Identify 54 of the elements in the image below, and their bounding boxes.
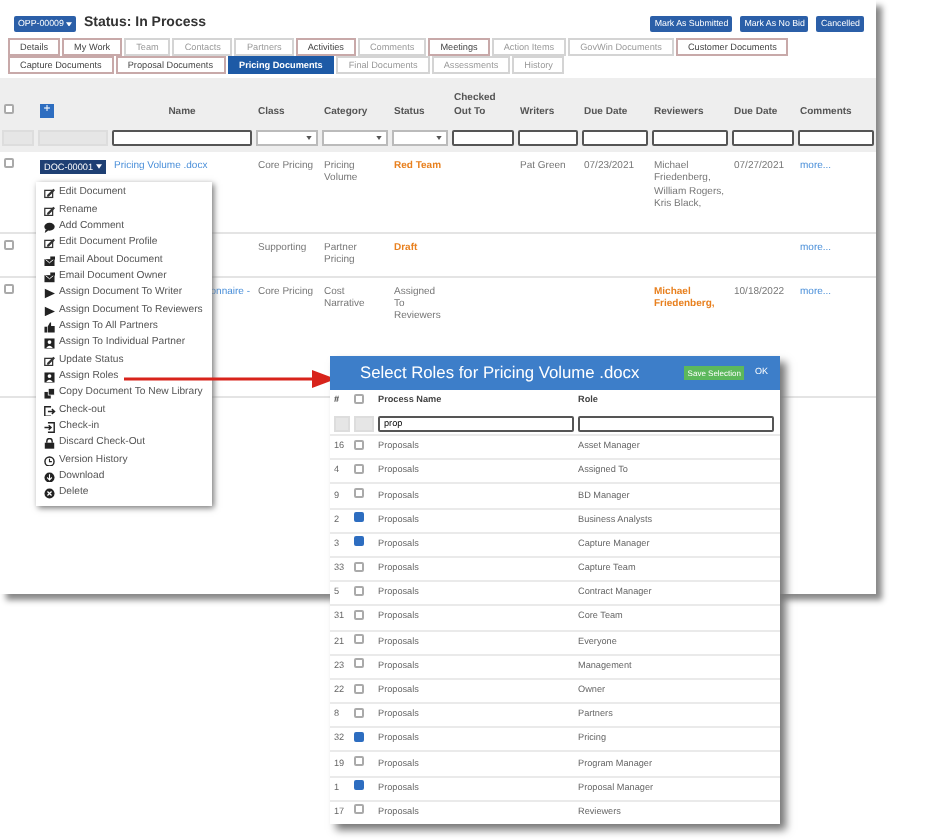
caret-icon	[436, 136, 442, 140]
row-checkbox[interactable]	[354, 658, 364, 669]
filter-field[interactable]	[578, 415, 774, 431]
pencil-icon	[44, 238, 55, 250]
filter-field[interactable]	[112, 130, 252, 146]
delete-icon	[44, 488, 55, 500]
enter-icon	[44, 422, 55, 433]
row-checkbox[interactable]	[354, 561, 364, 572]
row-checkbox[interactable]	[354, 707, 364, 718]
filter-field[interactable]	[518, 130, 578, 146]
row-checkbox[interactable]	[354, 609, 364, 620]
row-checkbox[interactable]	[354, 731, 364, 742]
pencil-icon	[44, 355, 55, 367]
exit-icon	[44, 405, 55, 417]
row-checkbox[interactable]	[354, 804, 364, 815]
filter-dropdown[interactable]	[256, 130, 318, 146]
download-icon	[44, 471, 55, 483]
envelope-icon	[44, 255, 55, 267]
row-checkbox[interactable]	[354, 780, 364, 791]
thumbs-up-icon	[44, 322, 55, 334]
row-checkbox[interactable]	[354, 634, 364, 645]
clock-icon	[44, 455, 55, 467]
lock-icon	[44, 438, 55, 450]
pencil-icon	[44, 188, 55, 200]
person-icon	[44, 338, 55, 350]
select-all-checkbox[interactable]	[4, 103, 14, 114]
filter-field[interactable]	[582, 130, 648, 146]
row-checkbox[interactable]	[354, 585, 364, 596]
copy-icon	[44, 388, 55, 400]
caret-icon	[306, 136, 312, 140]
envelope-icon	[44, 272, 55, 284]
dialog-title: Select Roles for Pricing Volume .docx	[360, 360, 642, 386]
caret-icon	[65, 21, 72, 27]
row-checkbox[interactable]	[354, 488, 364, 499]
filter-dropdown[interactable]	[322, 130, 388, 146]
person-icon	[44, 372, 55, 384]
row-checkbox[interactable]	[4, 283, 14, 293]
filter-field[interactable]	[652, 130, 728, 146]
caret-icon	[95, 164, 102, 170]
pencil-icon	[44, 205, 55, 217]
filter-field[interactable]	[798, 130, 874, 146]
filter-field[interactable]	[452, 130, 514, 146]
row-checkbox[interactable]	[4, 239, 14, 249]
filter-field[interactable]	[732, 130, 794, 146]
select-all-checkbox[interactable]	[354, 393, 364, 404]
row-checkbox[interactable]	[354, 439, 364, 450]
row-checkbox[interactable]	[354, 512, 364, 523]
row-checkbox[interactable]	[354, 683, 364, 694]
row-checkbox[interactable]	[354, 756, 364, 767]
speech-bubble-icon	[44, 222, 55, 234]
row-checkbox[interactable]	[4, 158, 14, 168]
row-checkbox[interactable]	[354, 536, 364, 547]
caret-icon	[376, 136, 382, 140]
row-checkbox[interactable]	[354, 463, 364, 474]
